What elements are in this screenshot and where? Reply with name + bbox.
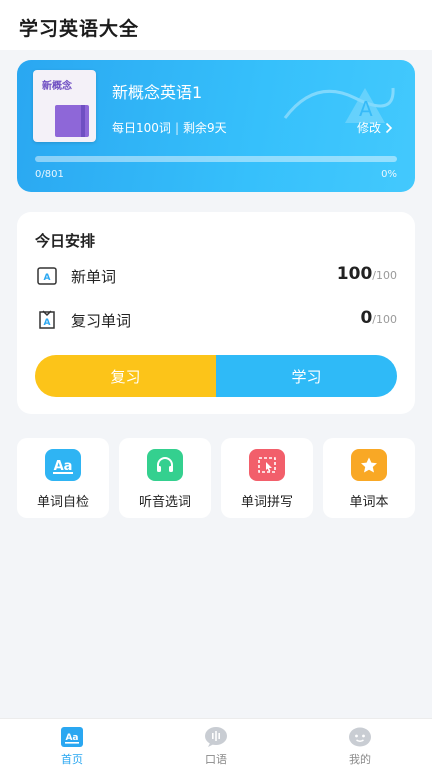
svg-text:A: A xyxy=(44,318,51,328)
today-plan-title: 今日安排 xyxy=(35,232,96,250)
review-word-icon: A xyxy=(39,310,55,329)
word-check-icon: Aa xyxy=(45,449,81,481)
book-cover-image: 新概念 xyxy=(33,70,96,142)
remaining-days: 剩余9天 xyxy=(182,121,227,135)
plan-row-new-words: A 新单词 100/100 xyxy=(35,263,397,289)
nav-label: 口语 xyxy=(205,753,227,766)
home-icon: Aa xyxy=(61,727,83,747)
current-book-card[interactable]: A 新概念 新概念英语1 每日100词 | 剩余9天 修改 0/801 0% xyxy=(17,60,415,192)
profile-icon xyxy=(349,727,371,747)
speech-icon xyxy=(205,727,227,747)
book-icon xyxy=(55,105,89,137)
progress-count: 0/801 xyxy=(35,169,64,180)
today-plan-card: 今日安排 A 新单词 100/100 A 复习单词 0/100 复习 学习 xyxy=(17,212,415,414)
tool-label: 单词拼写 xyxy=(240,495,293,510)
tool-grid: Aa 单词自检 听音选词 单词拼写 单词本 xyxy=(17,438,415,518)
tool-label: 听音选词 xyxy=(138,495,191,510)
plan-row-count: 0/100 xyxy=(360,308,397,328)
study-button-group: 复习 学习 xyxy=(35,355,397,397)
progress-bar xyxy=(35,156,397,162)
plan-row-done: 100 xyxy=(336,264,373,284)
nav-speaking[interactable]: 口语 xyxy=(144,719,288,768)
nav-home[interactable]: Aa 首页 xyxy=(0,719,144,768)
study-button[interactable]: 学习 xyxy=(216,355,397,397)
bottom-navigation: Aa 首页 口语 我的 xyxy=(0,718,432,768)
svg-text:Aa: Aa xyxy=(65,733,78,743)
chevron-right-icon xyxy=(385,122,393,133)
app-title: 学习英语大全 xyxy=(19,18,140,40)
book-name: 新概念英语1 xyxy=(112,83,203,102)
plan-row-done: 0 xyxy=(360,308,373,328)
plan-row-total: /100 xyxy=(372,269,397,282)
tool-word-book[interactable]: 单词本 xyxy=(323,438,415,518)
spelling-icon xyxy=(249,449,285,481)
tool-word-self-check[interactable]: Aa 单词自检 xyxy=(17,438,109,518)
svg-text:A: A xyxy=(44,273,51,283)
plan-separator: | xyxy=(174,121,179,135)
plan-row-label: 新单词 xyxy=(71,268,117,286)
tool-spelling[interactable]: 单词拼写 xyxy=(221,438,313,518)
daily-plan-suffix: 词 xyxy=(158,121,171,135)
star-icon xyxy=(351,449,387,481)
book-cover-label: 新概念 xyxy=(42,81,72,92)
plan-row-label: 复习单词 xyxy=(71,312,132,330)
review-button[interactable]: 复习 xyxy=(35,355,216,397)
modify-label: 修改 xyxy=(356,121,381,135)
nav-profile[interactable]: 我的 xyxy=(288,719,432,768)
daily-plan-text: 每日100词 | 剩余9天 xyxy=(112,119,227,136)
tool-label: 单词自检 xyxy=(36,495,89,510)
nav-label: 首页 xyxy=(61,753,83,766)
plan-row-review-words: A 复习单词 0/100 xyxy=(35,307,397,333)
plan-row-count: 100/100 xyxy=(337,264,397,284)
tool-label: 单词本 xyxy=(349,495,389,510)
daily-word-count: 100 xyxy=(136,121,159,135)
new-word-icon: A xyxy=(37,267,57,285)
nav-label: 我的 xyxy=(349,753,371,766)
tool-listening[interactable]: 听音选词 xyxy=(119,438,211,518)
plan-row-total: /100 xyxy=(372,313,397,326)
daily-plan-prefix: 每日 xyxy=(112,121,137,135)
listening-icon xyxy=(147,449,183,481)
svg-text:Aa: Aa xyxy=(54,459,73,474)
top-header: 学习英语大全 xyxy=(0,0,432,50)
progress-percent: 0% xyxy=(381,169,397,180)
svg-text:A: A xyxy=(359,97,373,121)
modify-plan-link[interactable]: 修改 xyxy=(357,119,393,136)
